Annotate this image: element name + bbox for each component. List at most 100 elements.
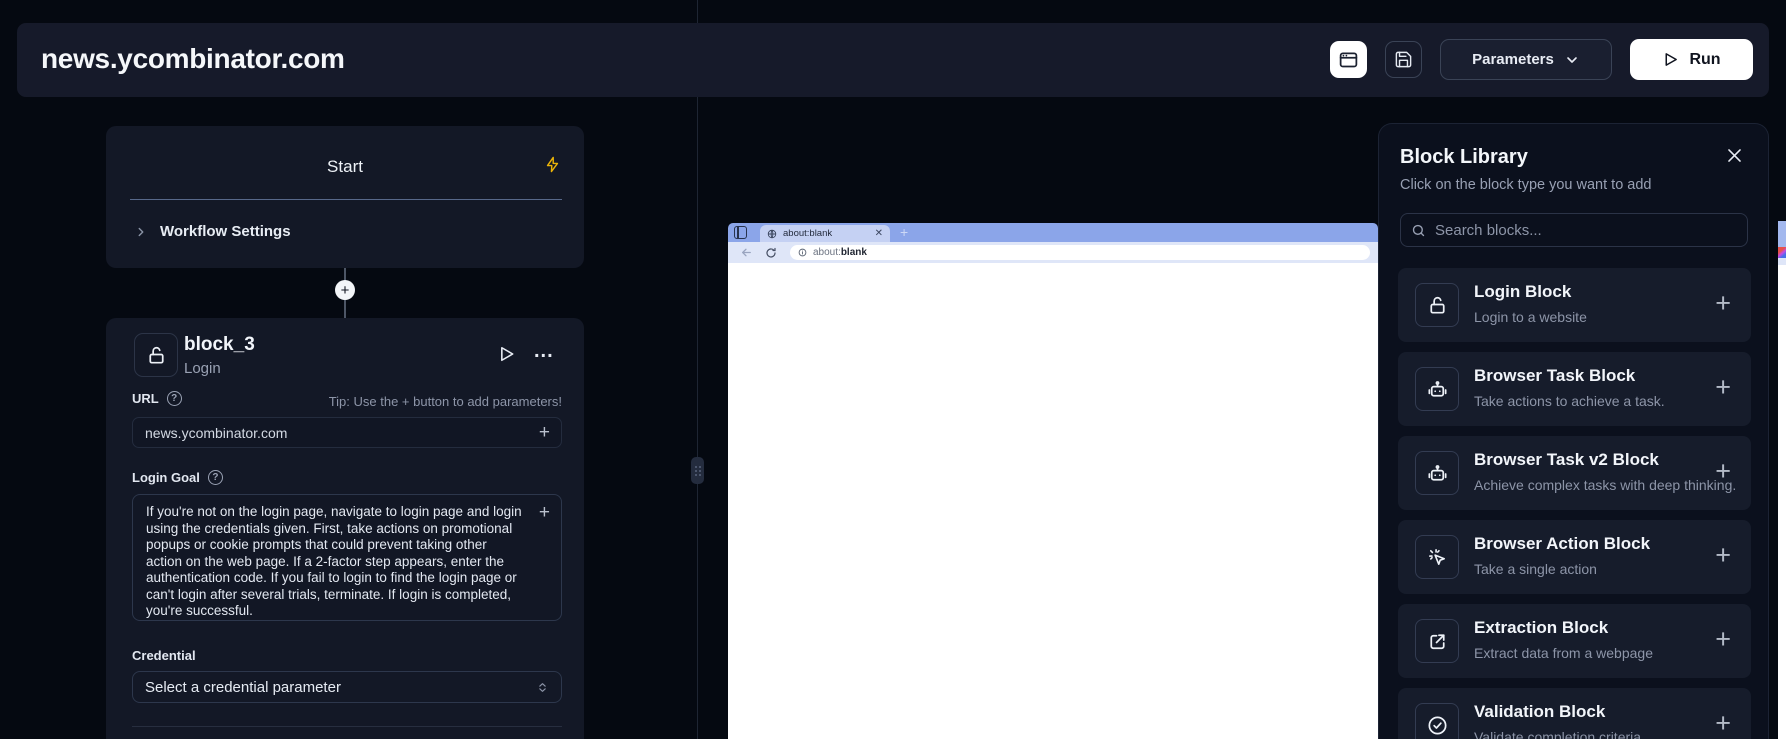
window-layout-icon[interactable]	[734, 226, 747, 239]
browser-tab-about-blank[interactable]: about:blank ✕	[760, 225, 890, 242]
chevron-right-icon	[134, 225, 148, 239]
url-input-wrap: +	[132, 417, 562, 448]
add-block-button[interactable]: +	[1715, 542, 1731, 569]
run-block-button[interactable]	[496, 344, 516, 364]
globe-icon	[767, 229, 777, 239]
icon-box	[1415, 703, 1459, 739]
secondary-browser-edge	[1778, 221, 1786, 250]
credential-select[interactable]: Select a credential parameter	[132, 671, 562, 703]
icon-box	[1415, 367, 1459, 411]
browser-preview: about:blank ✕ + about:blank	[728, 223, 1378, 739]
tab-close-icon[interactable]: ✕	[875, 229, 883, 239]
run-button[interactable]: Run	[1630, 39, 1753, 80]
library-item-browser-task-v2-block[interactable]: Browser Task v2 Block Achieve complex ta…	[1398, 436, 1751, 510]
cursor-click-icon	[1426, 546, 1449, 569]
refresh-icon[interactable]	[765, 247, 777, 259]
parameters-tip-text: Tip: Use the + button to add parameters!	[329, 394, 562, 409]
plus-icon: +	[341, 283, 350, 298]
parameters-label: Parameters	[1472, 51, 1554, 68]
header-bar: news.ycombinator.com Parameters Run	[17, 23, 1769, 97]
robot-icon	[1426, 462, 1449, 485]
save-icon	[1394, 50, 1413, 69]
add-block-button[interactable]: +	[1715, 710, 1731, 737]
block-library-title: Block Library	[1400, 146, 1528, 169]
close-icon[interactable]	[1725, 146, 1744, 165]
start-node-title: Start	[106, 157, 584, 177]
start-card-divider	[130, 199, 562, 200]
plus-icon: +	[1715, 372, 1731, 402]
drag-dots-icon	[695, 466, 701, 476]
url-field-label: URL ?	[132, 391, 182, 406]
new-tab-button[interactable]: +	[900, 224, 908, 240]
add-block-button[interactable]: +	[1715, 626, 1731, 653]
search-input[interactable]	[1435, 222, 1737, 239]
add-block-button[interactable]: +	[1715, 290, 1731, 317]
plus-icon: +	[1715, 708, 1731, 738]
plus-icon: +	[1715, 456, 1731, 486]
lock-open-icon	[145, 344, 168, 367]
add-block-connector-button[interactable]: +	[335, 280, 355, 300]
secondary-browser-page-edge	[1778, 265, 1786, 739]
play-icon	[496, 344, 516, 364]
parameters-button[interactable]: Parameters	[1440, 39, 1612, 80]
credential-label: Credential	[132, 648, 196, 663]
icon-box	[1415, 451, 1459, 495]
robot-icon	[1426, 378, 1449, 401]
start-node-card[interactable]: Start Workflow Settings	[106, 126, 584, 268]
library-item-extraction-block[interactable]: Extraction Block Extract data from a web…	[1398, 604, 1751, 678]
login-goal-label: Login Goal ?	[132, 470, 223, 485]
browser-window-icon	[1338, 49, 1359, 70]
ellipsis-icon: ...	[534, 340, 554, 362]
login-block-card[interactable]: block_3 Login ... URL ? Tip: Use the + b…	[106, 318, 584, 739]
credential-select-value: Select a credential parameter	[145, 679, 341, 696]
plus-icon: +	[539, 422, 550, 443]
plus-icon: +	[539, 502, 550, 523]
browser-view-button[interactable]	[1330, 41, 1367, 78]
address-text: about:blank	[813, 247, 867, 258]
help-icon[interactable]: ?	[167, 391, 182, 406]
address-bar[interactable]: about:blank	[790, 245, 1370, 260]
tab-title: about:blank	[783, 228, 869, 239]
panel-divider	[697, 0, 698, 739]
lightning-bolt-icon	[544, 156, 561, 178]
workflow-settings-toggle[interactable]: Workflow Settings	[134, 223, 291, 240]
block-menu-button[interactable]: ...	[534, 340, 554, 363]
plus-icon: +	[1715, 624, 1731, 654]
library-item-browser-action-block[interactable]: Browser Action Block Take a single actio…	[1398, 520, 1751, 594]
save-button[interactable]	[1385, 41, 1422, 78]
add-block-button[interactable]: +	[1715, 458, 1731, 485]
check-circle-icon	[1426, 714, 1449, 737]
library-item-login-block[interactable]: Login Block Login to a website +	[1398, 268, 1751, 342]
secondary-browser-navbar-edge	[1778, 258, 1786, 265]
block-icon-box	[134, 333, 178, 377]
plus-icon: +	[1715, 288, 1731, 318]
url-input[interactable]	[133, 418, 561, 447]
browser-page-content[interactable]	[728, 263, 1378, 739]
add-block-button[interactable]: +	[1715, 374, 1731, 401]
browser-nav-bar: about:blank	[728, 242, 1378, 263]
extract-icon	[1426, 630, 1449, 653]
login-goal-textarea[interactable]: If you're not on the login page, navigat…	[133, 495, 561, 620]
icon-box	[1415, 535, 1459, 579]
library-item-validation-block[interactable]: Validation Block Validate completion cri…	[1398, 688, 1751, 739]
info-icon[interactable]	[798, 248, 807, 257]
browser-tab-strip: about:blank ✕ +	[728, 223, 1378, 242]
secondary-browser-favicon	[1778, 247, 1786, 258]
icon-box	[1415, 619, 1459, 663]
workflow-title: news.ycombinator.com	[41, 43, 345, 75]
add-parameter-button[interactable]: +	[539, 423, 550, 442]
help-icon[interactable]: ?	[208, 470, 223, 485]
library-item-browser-task-block[interactable]: Browser Task Block Take actions to achie…	[1398, 352, 1751, 426]
icon-box	[1415, 283, 1459, 327]
lock-icon	[1426, 294, 1449, 317]
login-goal-wrap: If you're not on the login page, navigat…	[132, 494, 562, 621]
panel-resize-handle[interactable]	[691, 457, 704, 484]
block-library-subtitle: Click on the block type you want to add	[1400, 177, 1651, 193]
run-label: Run	[1689, 51, 1720, 69]
search-icon	[1411, 223, 1426, 238]
add-parameter-button[interactable]: +	[539, 503, 550, 522]
block-section-divider	[132, 726, 562, 727]
plus-icon: +	[1715, 540, 1731, 570]
search-box	[1400, 213, 1748, 247]
back-icon[interactable]	[740, 246, 753, 259]
